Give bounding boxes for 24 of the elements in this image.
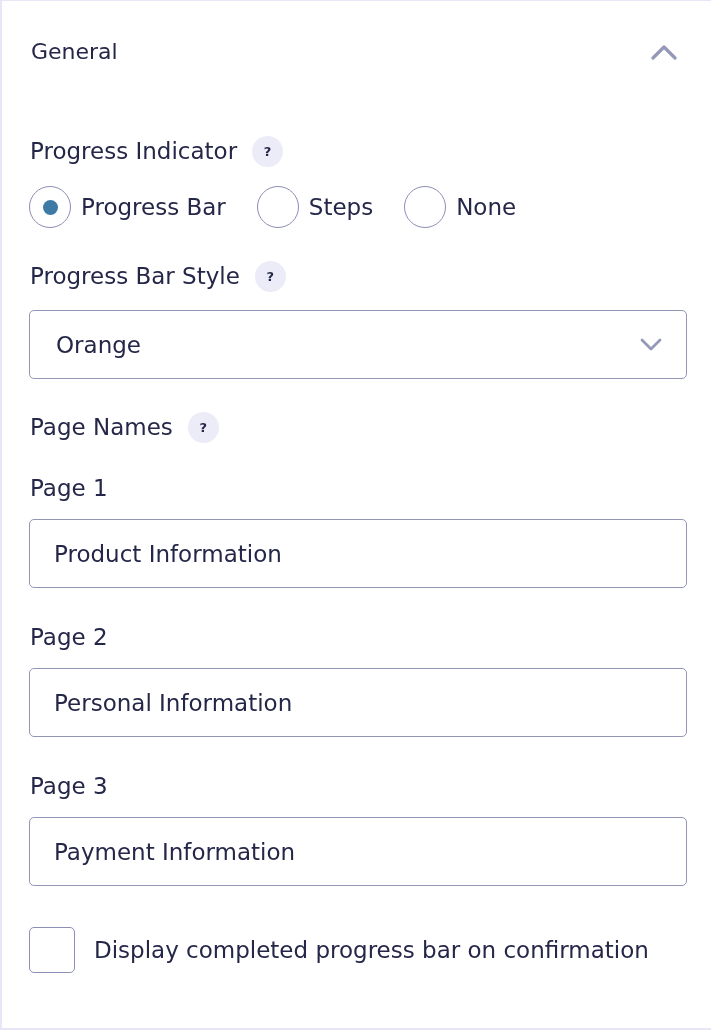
checkbox[interactable] (29, 927, 75, 973)
field-label: Progress Bar Style (30, 262, 240, 291)
radio-button[interactable] (29, 186, 71, 228)
field-label: Progress Indicator (30, 137, 238, 166)
chevron-up-icon[interactable] (651, 43, 677, 60)
text-input[interactable]: Payment Information (29, 817, 687, 886)
section-title: General (31, 37, 118, 66)
text-input[interactable]: Product Information (29, 519, 687, 588)
field-label: Page 1 (30, 474, 108, 503)
help-button[interactable]: ? (252, 135, 284, 167)
field-label: Page 2 (30, 623, 108, 652)
radio-label: Progress Bar (81, 193, 226, 222)
help-button[interactable]: ? (187, 411, 219, 443)
help-button[interactable]: ? (254, 260, 286, 292)
radio-label: Steps (308, 193, 374, 222)
field-label: Page 3 (30, 772, 108, 801)
radio-label: None (456, 193, 517, 222)
chevron-down-icon (640, 338, 662, 351)
checkbox-label: Display completed progress bar on confirmation (94, 936, 649, 965)
style-select[interactable]: Orange (29, 310, 687, 379)
radio-button[interactable] (404, 186, 447, 228)
field-label: Page Names (30, 413, 173, 442)
radio-button[interactable] (256, 186, 299, 228)
text-input[interactable]: Personal Information (29, 668, 687, 737)
